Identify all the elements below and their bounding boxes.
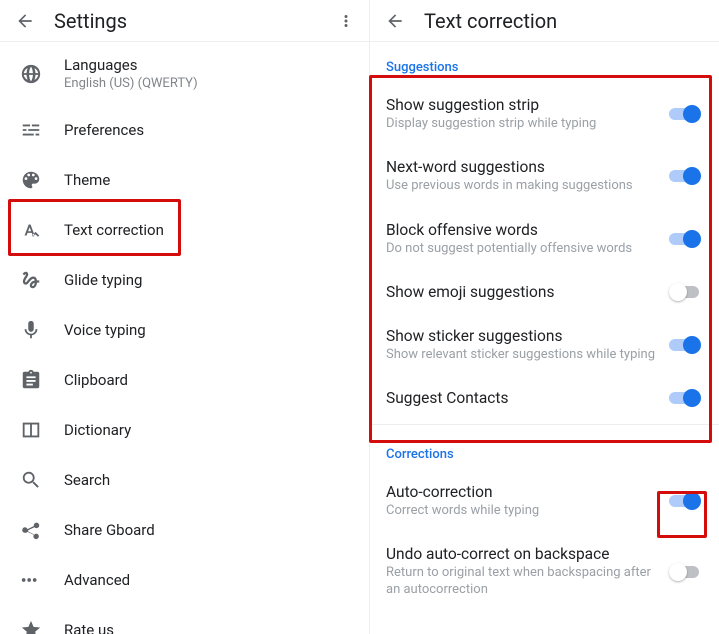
settings-item-label: Clipboard (64, 371, 359, 389)
pref-show-suggestion-strip[interactable]: Show suggestion strip Display suggestion… (370, 83, 719, 145)
toggle-switch[interactable] (669, 167, 703, 185)
settings-item-theme[interactable]: Theme (0, 155, 369, 205)
settings-item-voice-typing[interactable]: Voice typing (0, 305, 369, 355)
settings-item-label: Text correction (64, 221, 359, 239)
pref-title: Undo auto-correct on backspace (386, 545, 659, 563)
settings-item-clipboard[interactable]: Clipboard (0, 355, 369, 405)
settings-appbar: Settings (0, 0, 369, 42)
settings-item-preferences[interactable]: Preferences (0, 105, 369, 155)
settings-item-label: Share Gboard (64, 521, 359, 539)
toggle-switch[interactable] (669, 283, 703, 301)
sliders-icon (20, 119, 64, 141)
section-header-corrections: Corrections (370, 429, 719, 470)
back-button[interactable] (380, 11, 410, 31)
pref-sub: Display suggestion strip while typing (386, 116, 659, 132)
settings-item-label: Languages (64, 56, 359, 74)
text-correction-panel: Text correction Suggestions Show suggest… (370, 0, 719, 634)
mic-icon (20, 319, 64, 341)
settings-item-dictionary[interactable]: Dictionary (0, 405, 369, 455)
settings-item-rate-us[interactable]: Rate us (0, 605, 369, 634)
pref-sub: Show relevant sticker suggestions while … (386, 347, 659, 363)
text-correction-icon (20, 219, 64, 241)
pref-block-offensive[interactable]: Block offensive words Do not suggest pot… (370, 208, 719, 270)
toggle-switch[interactable] (669, 492, 703, 510)
pref-emoji-suggestions[interactable]: Show emoji suggestions (370, 270, 719, 314)
pref-sub: Return to original text when backspacing… (386, 565, 659, 598)
back-button[interactable] (10, 11, 40, 31)
settings-item-glide-typing[interactable]: Glide typing (0, 255, 369, 305)
pref-next-word-suggestions[interactable]: Next-word suggestions Use previous words… (370, 145, 719, 207)
settings-item-advanced[interactable]: Advanced (0, 555, 369, 605)
text-correction-title: Text correction (424, 9, 709, 33)
globe-icon (20, 63, 64, 85)
settings-item-label: Preferences (64, 121, 359, 139)
search-icon (20, 469, 64, 491)
book-icon (20, 419, 64, 441)
settings-item-share[interactable]: Share Gboard (0, 505, 369, 555)
clipboard-icon (20, 369, 64, 391)
settings-panel: Settings Languages English (US) (QWERTY)… (0, 0, 370, 634)
pref-sub: Correct words while typing (386, 503, 659, 519)
pref-undo-auto-correct[interactable]: Undo auto-correct on backspace Return to… (370, 532, 719, 611)
settings-item-languages[interactable]: Languages English (US) (QWERTY) (0, 42, 369, 105)
settings-item-sub: English (US) (QWERTY) (64, 76, 359, 91)
pref-title: Auto-correction (386, 483, 659, 501)
settings-item-label: Rate us (64, 621, 359, 634)
gesture-icon (20, 269, 64, 291)
toggle-switch[interactable] (669, 563, 703, 581)
settings-item-label: Theme (64, 171, 359, 189)
settings-item-label: Voice typing (64, 321, 359, 339)
settings-item-label: Dictionary (64, 421, 359, 439)
share-icon (20, 519, 64, 541)
dots-horizontal-icon (20, 569, 64, 591)
star-icon (20, 619, 64, 634)
pref-sticker-suggestions[interactable]: Show sticker suggestions Show relevant s… (370, 314, 719, 376)
pref-title: Suggest Contacts (386, 389, 659, 407)
pref-title: Show suggestion strip (386, 96, 659, 114)
toggle-switch[interactable] (669, 230, 703, 248)
settings-list: Languages English (US) (QWERTY) Preferen… (0, 42, 369, 634)
palette-icon (20, 169, 64, 191)
pref-title: Block offensive words (386, 221, 659, 239)
pref-title: Show sticker suggestions (386, 327, 659, 345)
pref-title: Show emoji suggestions (386, 283, 659, 301)
toggle-switch[interactable] (669, 105, 703, 123)
pref-auto-correction[interactable]: Auto-correction Correct words while typi… (370, 470, 719, 532)
section-header-suggestions: Suggestions (370, 42, 719, 83)
pref-title: Next-word suggestions (386, 158, 659, 176)
text-correction-content: Suggestions Show suggestion strip Displa… (370, 42, 719, 634)
pref-suggest-contacts[interactable]: Suggest Contacts (370, 376, 719, 420)
toggle-switch[interactable] (669, 389, 703, 407)
settings-item-label: Search (64, 471, 359, 489)
settings-item-search[interactable]: Search (0, 455, 369, 505)
settings-item-label: Advanced (64, 571, 359, 589)
settings-item-label: Glide typing (64, 271, 359, 289)
toggle-switch[interactable] (669, 336, 703, 354)
divider (370, 424, 719, 425)
pref-sub: Do not suggest potentially offensive wor… (386, 241, 659, 257)
text-correction-appbar: Text correction (370, 0, 719, 42)
pref-sub: Use previous words in making suggestions (386, 178, 659, 194)
settings-title: Settings (54, 9, 333, 33)
overflow-menu-button[interactable] (333, 12, 359, 30)
settings-item-text-correction[interactable]: Text correction (0, 205, 369, 255)
